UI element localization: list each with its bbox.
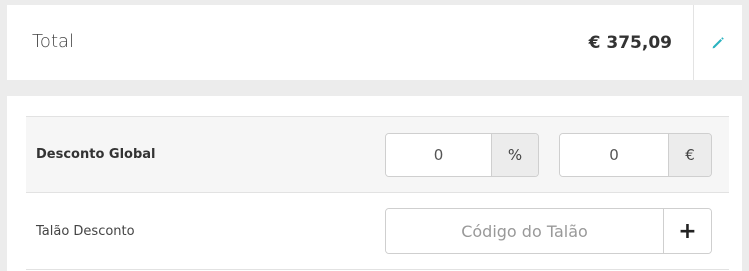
- discount-card: Desconto Global % € Talão Desconto +: [7, 96, 742, 271]
- voucher-group: +: [385, 208, 712, 254]
- total-card: Total € 375,09: [7, 5, 742, 80]
- voucher-code-input[interactable]: [386, 209, 663, 253]
- pencil-icon: [712, 36, 724, 48]
- percent-discount-input[interactable]: [386, 134, 491, 176]
- euro-discount-group: €: [559, 133, 712, 177]
- edit-total-button[interactable]: [694, 5, 742, 80]
- voucher-label: Talão Desconto: [36, 224, 135, 239]
- add-voucher-button[interactable]: +: [663, 209, 711, 253]
- voucher-row: Talão Desconto +: [26, 193, 729, 270]
- euro-discount-input[interactable]: [560, 134, 668, 176]
- percent-addon: %: [491, 134, 538, 176]
- plus-icon: +: [678, 218, 697, 244]
- euro-addon: €: [668, 134, 711, 176]
- global-discount-row: Desconto Global % €: [26, 116, 729, 193]
- total-label: Total: [32, 31, 75, 52]
- total-value: € 375,09: [588, 33, 672, 53]
- global-discount-label: Desconto Global: [36, 147, 156, 162]
- percent-discount-group: %: [385, 133, 539, 177]
